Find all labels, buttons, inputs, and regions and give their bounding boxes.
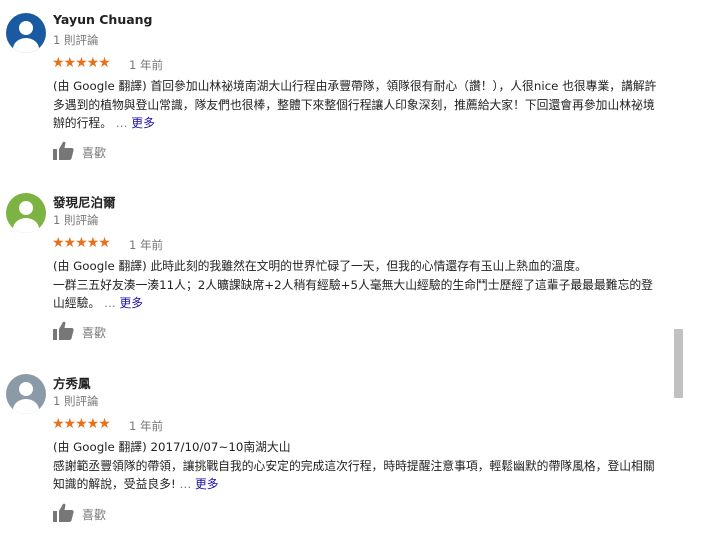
like-label: 喜歡 — [82, 146, 107, 160]
review-date: 1 年前 — [129, 58, 163, 72]
like-label: 喜歡 — [82, 326, 107, 340]
ellipsis: … — [179, 477, 192, 491]
review-count: 1 則評論 — [53, 394, 99, 408]
review-text: (由 Google 翻譯) 首回參加山林祕境南湖大山行程由承豐帶隊，領隊很有耐心… — [53, 77, 659, 133]
avatar[interactable] — [6, 193, 46, 233]
review-text-content: 感謝範丞豐領隊的帶領，讓挑戰自我的心安定的完成這次行程，時時提醒注意事項，輕鬆幽… — [53, 458, 655, 492]
like-button[interactable]: 喜歡 — [53, 321, 123, 343]
user-avatar-icon — [6, 374, 46, 414]
star-rating: ★★★★★ — [52, 416, 111, 432]
review-text: (由 Google 翻譯) 2017/10/07~10南湖大山 感謝範丞豐領隊的… — [53, 438, 659, 494]
scrollbar-thumb[interactable] — [674, 329, 683, 398]
review-text-line: 一群三五好友湊一湊11人；2人曠課缺席+2人稍有經驗+5人毫無大山經驗的生命鬥士… — [53, 276, 659, 313]
user-avatar-icon — [6, 13, 46, 53]
reviewer-name[interactable]: 方秀鳳 — [53, 373, 91, 392]
user-avatar-icon — [6, 193, 46, 233]
star-rating: ★★★★★ — [52, 235, 111, 251]
more-link[interactable]: 更多 — [131, 116, 155, 130]
thumbs-up-icon — [53, 141, 74, 160]
avatar[interactable] — [6, 13, 46, 53]
review-card: Yayun Chuang 1 則評論 ★★★★★ 1 年前 (由 Google … — [0, 10, 690, 170]
review-text-line: 感謝範丞豐領隊的帶領，讓挑戰自我的心安定的完成這次行程，時時提醒注意事項，輕鬆幽… — [53, 457, 659, 494]
avatar[interactable] — [6, 374, 46, 414]
ellipsis: … — [115, 116, 128, 130]
like-button[interactable]: 喜歡 — [53, 141, 123, 163]
review-date: 1 年前 — [129, 238, 163, 252]
more-link[interactable]: 更多 — [120, 296, 144, 310]
review-card: 方秀鳳 1 則評論 ★★★★★ 1 年前 (由 Google 翻譯) 2017/… — [0, 371, 690, 536]
star-rating: ★★★★★ — [52, 55, 111, 71]
review-text: (由 Google 翻譯) 此時此刻的我雖然在文明的世界忙碌了一天，但我的心情還… — [53, 257, 659, 313]
review-text-line: (由 Google 翻譯) 2017/10/07~10南湖大山 — [53, 440, 291, 454]
review-count: 1 則評論 — [53, 33, 99, 47]
thumbs-up-icon — [53, 503, 74, 522]
like-label: 喜歡 — [82, 508, 107, 522]
review-count: 1 則評論 — [53, 213, 99, 227]
reviewer-name[interactable]: 發現尼泊爾 — [53, 192, 116, 211]
review-card: 發現尼泊爾 1 則評論 ★★★★★ 1 年前 (由 Google 翻譯) 此時此… — [0, 190, 690, 350]
more-link[interactable]: 更多 — [195, 477, 219, 491]
review-text-line: (由 Google 翻譯) 此時此刻的我雖然在文明的世界忙碌了一天，但我的心情還… — [53, 259, 587, 273]
like-button[interactable]: 喜歡 — [53, 503, 123, 525]
thumbs-up-icon — [53, 321, 74, 340]
reviewer-name[interactable]: Yayun Chuang — [53, 12, 153, 27]
ellipsis: … — [103, 296, 116, 310]
review-date: 1 年前 — [129, 419, 163, 433]
